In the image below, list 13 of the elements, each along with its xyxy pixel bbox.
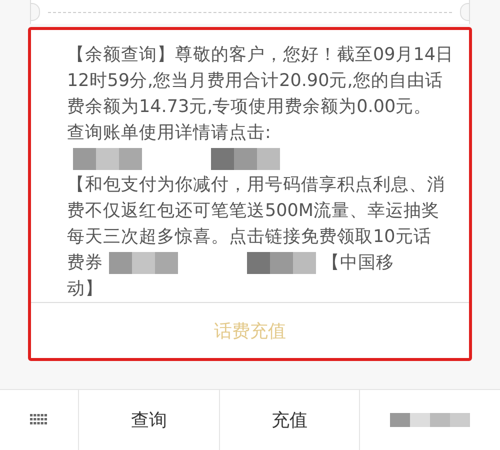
menu-button[interactable]: 充值: [262, 404, 318, 436]
message-text: 每天三次超多惊喜。点击链接免费领取10元话: [67, 226, 432, 249]
keyboard-icon[interactable]: [30, 414, 48, 426]
message-text: 【和包支付为你减付，用号码借享积点利息、消: [67, 174, 445, 197]
message-text: 费余额为14.73元,专项使用费余额为0.00元。: [67, 96, 432, 119]
message-text: 查询账单使用详情请点击:: [67, 122, 271, 145]
message-text: 费券: [67, 252, 103, 275]
message-text: 费不仅返红包还可笔笔送500M流量、幸运抽奖: [67, 200, 440, 223]
message-text: 动】: [67, 278, 103, 301]
message-text: 【中国移: [322, 252, 394, 275]
menu-button[interactable]: 查询: [120, 404, 177, 436]
message-text: 【余额查询】尊敬的客户，您好！截至09月14日: [67, 44, 454, 67]
message-text: 12时59分,您当月费用合计20.90元,您的自由话: [67, 70, 443, 93]
